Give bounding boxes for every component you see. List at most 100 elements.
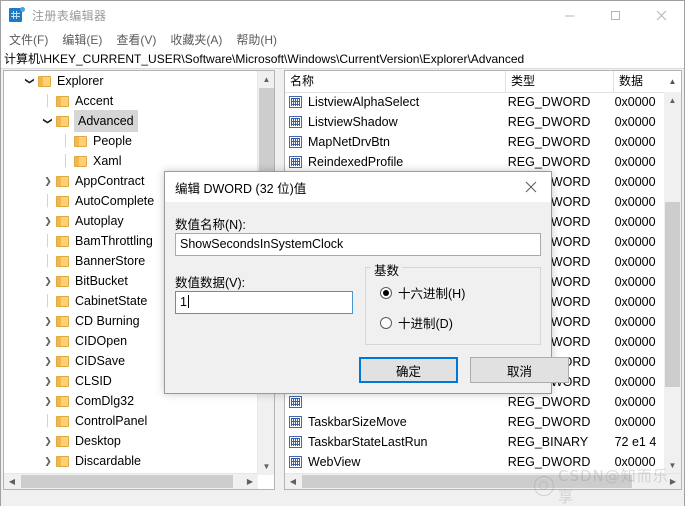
tree-item-discardable[interactable]: ❯Discardable <box>4 451 258 471</box>
tree-scroll-up-icon[interactable]: ▲ <box>258 71 275 88</box>
menu-help[interactable]: 帮助(H) <box>236 31 277 48</box>
ok-button[interactable]: 确定 <box>359 357 458 383</box>
folder-icon <box>56 396 69 407</box>
folder-icon <box>56 216 69 227</box>
chevron-right-icon[interactable]: ❯ <box>40 371 56 391</box>
list-hscroll-thumb[interactable] <box>302 475 632 488</box>
registry-value-row[interactable]: ReindexedProfileREG_DWORD0x0000 <box>285 152 666 172</box>
chevron-down-icon[interactable]: ❯ <box>38 113 58 129</box>
registry-value-row[interactable]: WebViewREG_DWORD0x0000 <box>285 452 666 472</box>
value-data-cell: 0x0000 <box>615 115 666 129</box>
value-type-cell: REG_BINARY <box>508 435 615 449</box>
chevron-right-icon[interactable]: ❯ <box>40 211 56 231</box>
chevron-right-icon[interactable]: ❯ <box>40 451 56 471</box>
chevron-right-icon[interactable]: ❯ <box>40 431 56 451</box>
registry-value-row[interactable]: TaskbarStateLastRunREG_BINARY72 e1 4 <box>285 432 666 452</box>
tree-connector-icon: │ <box>58 151 74 171</box>
dialog-close-icon[interactable] <box>511 172 551 202</box>
chevron-right-icon[interactable]: ❯ <box>40 331 56 351</box>
tree-item-label: Advanced <box>74 110 138 132</box>
folder-icon <box>56 96 69 107</box>
value-type-cell: REG_DWORD <box>508 115 615 129</box>
value-data-input[interactable]: 1 <box>175 291 353 314</box>
tree-item-label: CIDOpen <box>75 331 127 351</box>
registry-value-row[interactable]: ListviewShadowREG_DWORD0x0000 <box>285 112 666 132</box>
tree-scroll-left-icon[interactable]: ◀ <box>4 474 20 489</box>
value-name-cell: ReindexedProfile <box>308 155 508 169</box>
value-data-cell: 0x0000 <box>615 315 666 329</box>
tree-horizontal-scrollbar[interactable]: ◀ ▶ <box>4 473 258 489</box>
registry-value-row[interactable]: MapNetDrvBtnREG_DWORD0x0000 <box>285 132 666 152</box>
radio-decimal[interactable]: 十进制(D) <box>380 313 453 332</box>
dword-value-icon <box>289 456 302 468</box>
tree-item-controlpanel[interactable]: │ControlPanel <box>4 411 258 431</box>
list-scroll-down-icon[interactable]: ▼ <box>664 457 681 474</box>
list-scroll-thumb[interactable] <box>665 202 680 387</box>
folder-icon <box>56 316 69 327</box>
cancel-button[interactable]: 取消 <box>470 357 569 383</box>
list-vertical-scrollbar[interactable]: ▲ ▼ <box>664 92 681 474</box>
folder-icon <box>74 156 87 167</box>
chevron-down-icon[interactable]: ❯ <box>20 73 40 89</box>
tree-scroll-down-icon[interactable]: ▼ <box>258 458 275 475</box>
menu-bar: 文件(F) 编辑(E) 查看(V) 收藏夹(A) 帮助(H) <box>1 29 684 49</box>
tree-item-label: Autoplay <box>75 211 124 231</box>
list-horizontal-scrollbar[interactable]: ◀ ▶ <box>285 473 681 489</box>
menu-edit[interactable]: 编辑(E) <box>62 31 102 48</box>
chevron-right-icon[interactable]: ❯ <box>40 271 56 291</box>
value-data-cell: 0x0000 <box>615 215 666 229</box>
column-header-name[interactable]: 名称 <box>285 71 506 92</box>
tree-hscroll-thumb[interactable] <box>21 475 233 488</box>
sort-ascending-icon[interactable]: ▲ <box>664 71 681 92</box>
list-scroll-right-icon[interactable]: ▶ <box>665 474 681 489</box>
chevron-right-icon[interactable]: ❯ <box>40 391 56 411</box>
tree-item-xaml[interactable]: │ Xaml <box>4 151 258 171</box>
menu-file[interactable]: 文件(F) <box>9 31 48 48</box>
value-data-cell: 0x0000 <box>615 375 666 389</box>
window-controls <box>546 1 684 29</box>
column-header-type[interactable]: 类型 <box>506 71 614 92</box>
value-type-cell: REG_DWORD <box>508 135 615 149</box>
tree-item-desktop[interactable]: ❯ Desktop <box>4 431 258 451</box>
folder-icon <box>56 456 69 467</box>
value-name-cell: ListviewAlphaSelect <box>308 95 508 109</box>
tree-item-accent[interactable]: │Accent <box>4 91 258 111</box>
folder-icon <box>74 136 87 147</box>
tree-item-comdlg32[interactable]: ❯ComDlg32 <box>4 391 258 411</box>
registry-value-row[interactable]: ListviewAlphaSelectREG_DWORD0x0000 <box>285 92 666 112</box>
minimize-button[interactable] <box>546 1 592 29</box>
tree-connector-icon: │ <box>58 131 74 151</box>
list-scroll-left-icon[interactable]: ◀ <box>285 474 301 489</box>
tree-item-advanced[interactable]: ❯ Advanced <box>4 111 258 131</box>
value-name-input[interactable]: ShowSecondsInSystemClock <box>175 233 541 256</box>
dword-value-icon <box>289 396 302 408</box>
address-bar[interactable]: 计算机\HKEY_CURRENT_USER\Software\Microsoft… <box>1 49 684 69</box>
menu-favorites[interactable]: 收藏夹(A) <box>170 31 222 48</box>
value-data-cell: 0x0000 <box>615 235 666 249</box>
dialog-title-bar: 编辑 DWORD (32 位)值 <box>165 172 551 202</box>
close-button[interactable] <box>638 1 684 29</box>
list-scroll-up-icon[interactable]: ▲ <box>664 92 681 109</box>
column-header-data[interactable]: 数据 <box>614 71 664 92</box>
tree-item-label: Xaml <box>93 151 121 171</box>
dword-value-icon <box>289 96 302 108</box>
tree-item-people[interactable]: │People <box>4 131 258 151</box>
registry-value-row[interactable]: REG_DWORD0x0000 <box>285 392 666 412</box>
radio-hexadecimal[interactable]: 十六进制(H) <box>380 283 465 302</box>
chevron-right-icon[interactable]: ❯ <box>40 311 56 331</box>
tree-item-explorer[interactable]: ❯Explorer <box>4 71 258 91</box>
chevron-right-icon[interactable]: ❯ <box>40 351 56 371</box>
tree-item-label: CLSID <box>75 371 112 391</box>
chevron-right-icon[interactable]: ❯ <box>40 171 56 191</box>
radio-decimal-indicator <box>380 317 392 329</box>
value-type-cell: REG_DWORD <box>508 155 615 169</box>
value-name-cell: MapNetDrvBtn <box>308 135 508 149</box>
maximize-button[interactable] <box>592 1 638 29</box>
registry-value-row[interactable]: TaskbarSizeMoveREG_DWORD0x0000 <box>285 412 666 432</box>
tree-item-label: Desktop <box>75 431 121 451</box>
tree-scroll-right-icon[interactable]: ▶ <box>242 474 258 489</box>
value-data-cell: 0x0000 <box>615 135 666 149</box>
tree-item-label: Accent <box>75 91 113 111</box>
menu-view[interactable]: 查看(V) <box>116 31 156 48</box>
title-bar: 注册表编辑器 <box>1 1 684 30</box>
